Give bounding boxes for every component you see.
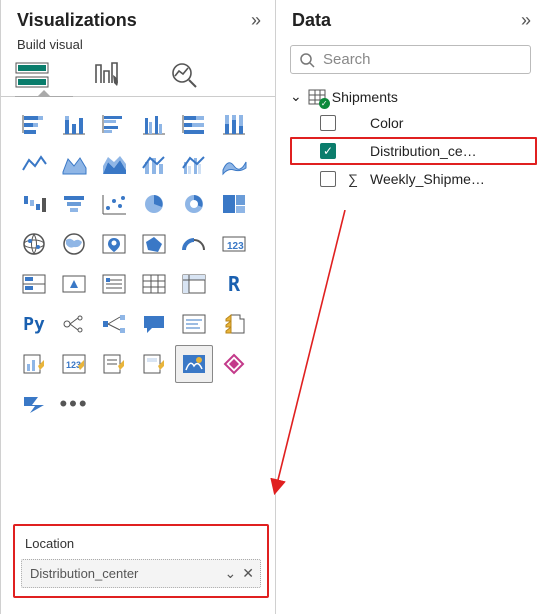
table-name: Shipments [332, 89, 398, 105]
viz-get-more-visuals[interactable] [215, 345, 253, 383]
search-input[interactable] [323, 51, 522, 68]
viz-type-grid: 123 R Py 123 ••• [1, 105, 275, 423]
table-icon: ✓ [308, 89, 326, 105]
viz-arcgis[interactable]: 123 [55, 345, 93, 383]
viz-pane-header: Visualizations » [1, 0, 275, 37]
svg-text:123: 123 [66, 360, 81, 370]
svg-text:123: 123 [227, 241, 244, 252]
viz-key-influencers[interactable] [55, 305, 93, 343]
viz-scatter[interactable] [95, 185, 133, 223]
table-shipments[interactable]: ⌄ ✓ Shipments [290, 84, 537, 109]
viz-power-apps[interactable] [15, 345, 53, 383]
collapse-data-icon[interactable]: » [521, 10, 531, 31]
sigma-icon: ∑ [346, 171, 360, 187]
viz-pie[interactable] [135, 185, 173, 223]
viz-smart-narrative[interactable] [175, 305, 213, 343]
field-color[interactable]: Color [290, 109, 537, 137]
checkbox[interactable] [320, 115, 336, 131]
search-box[interactable] [290, 45, 531, 74]
viz-multi-row-card[interactable] [15, 265, 53, 303]
build-visual-label: Build visual [1, 37, 275, 60]
viz-gauge[interactable] [175, 225, 213, 263]
data-pane-title: Data [292, 10, 331, 31]
viz-line[interactable] [15, 145, 53, 183]
data-pane-header: Data » [276, 0, 545, 37]
field-well-location: Location Distribution_center ⌄ ✕ [13, 524, 269, 598]
chevron-down-icon[interactable]: ⌄ [225, 565, 237, 582]
viz-stacked-column[interactable] [55, 105, 93, 143]
viz-funnel[interactable] [55, 185, 93, 223]
checkbox[interactable] [320, 171, 336, 187]
field-well-pill[interactable]: Distribution_center ⌄ ✕ [21, 559, 261, 588]
viz-r-visual[interactable]: R [215, 265, 253, 303]
viz-more-options[interactable]: ••• [55, 385, 93, 423]
fields-tree: ⌄ ✓ Shipments Color ✓ Distribution_ce… ∑… [276, 84, 545, 193]
viz-line-stacked-column[interactable] [135, 145, 173, 183]
analytics-tab[interactable] [167, 60, 201, 90]
viz-line-clustered-column[interactable] [175, 145, 213, 183]
viz-mode-tabs [1, 60, 275, 96]
viz-ribbon[interactable] [215, 145, 253, 183]
viz-automate-flow[interactable] [15, 385, 53, 423]
data-pane: Data » ⌄ ✓ Shipments Color ✓ Distributio… [275, 0, 545, 614]
viz-clustered-bar[interactable] [95, 105, 133, 143]
viz-kpi[interactable] [55, 265, 93, 303]
field-label: Distribution_ce… [370, 143, 477, 159]
viz-python-visual[interactable]: Py [15, 305, 53, 343]
viz-donut[interactable] [175, 185, 213, 223]
viz-azure-map[interactable] [95, 225, 133, 263]
viz-arcgis-2[interactable] [135, 345, 173, 383]
active-tab-indicator [15, 96, 73, 97]
status-ok-icon: ✓ [319, 98, 330, 109]
field-well-label: Location [25, 536, 257, 551]
viz-power-automate[interactable] [95, 345, 133, 383]
format-visual-tab[interactable] [91, 60, 125, 90]
collapse-viz-icon[interactable]: » [251, 10, 261, 31]
viz-card[interactable]: 123 [215, 225, 253, 263]
viz-stacked-bar[interactable] [15, 105, 53, 143]
viz-decomposition-tree[interactable] [95, 305, 133, 343]
viz-qna[interactable] [135, 305, 173, 343]
viz-100-stacked-bar[interactable] [175, 105, 213, 143]
field-label: Weekly_Shipme… [370, 171, 485, 187]
viz-filled-map[interactable] [55, 225, 93, 263]
viz-table[interactable] [135, 265, 173, 303]
field-well-value: Distribution_center [30, 566, 138, 581]
viz-matrix[interactable] [175, 265, 213, 303]
remove-field-icon[interactable]: ✕ [242, 565, 254, 582]
viz-area[interactable] [55, 145, 93, 183]
visualizations-pane: Visualizations » Build visual [0, 0, 275, 614]
field-distribution-center[interactable]: ✓ Distribution_ce… [290, 137, 537, 165]
field-label: Color [370, 115, 403, 131]
chevron-down-icon: ⌄ [290, 88, 302, 105]
build-visual-tab[interactable] [15, 60, 49, 90]
viz-clustered-column[interactable] [135, 105, 173, 143]
search-icon [299, 52, 315, 68]
viz-stacked-area[interactable] [95, 145, 133, 183]
viz-100-stacked-column[interactable] [215, 105, 253, 143]
viz-shape-map[interactable] [135, 225, 173, 263]
field-weekly-shipments[interactable]: ∑ Weekly_Shipme… [290, 165, 537, 193]
viz-waterfall[interactable] [15, 185, 53, 223]
viz-map[interactable] [15, 225, 53, 263]
viz-pane-title: Visualizations [17, 10, 137, 31]
viz-arcgis-map[interactable] [175, 345, 213, 383]
checkbox-checked[interactable]: ✓ [320, 143, 336, 159]
viz-treemap[interactable] [215, 185, 253, 223]
viz-paginated-report[interactable] [215, 305, 253, 343]
viz-slicer[interactable] [95, 265, 133, 303]
